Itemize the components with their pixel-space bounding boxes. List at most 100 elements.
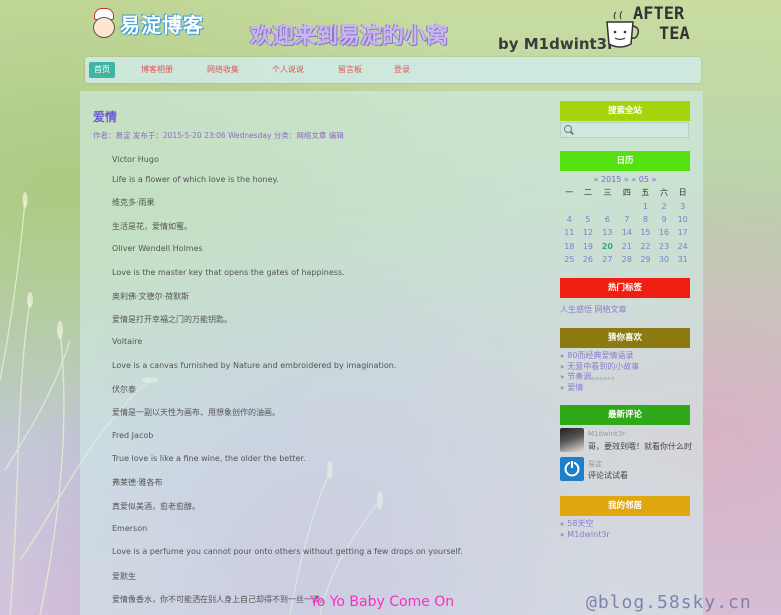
post-meta: 作者：易淀 发布于：2015-5-20 23:06 Wednesday 分类：网… xyxy=(93,131,344,140)
nav-album[interactable]: 博客相册 xyxy=(136,62,178,78)
music-lyric: Yo Yo Baby Come On xyxy=(310,594,455,610)
calendar-day[interactable]: 22 xyxy=(636,240,655,253)
calendar-day[interactable]: 15 xyxy=(636,226,655,239)
hot-tags-heading: 热门标签 xyxy=(560,278,690,298)
welcome-banner: 欢迎来到易淀的小窝 xyxy=(250,24,449,49)
watermark: @blog.58sky.cn xyxy=(586,592,752,613)
calendar-day[interactable]: 5 xyxy=(579,213,598,226)
neighbor-link[interactable]: 58天空 xyxy=(560,519,610,530)
avatar xyxy=(560,428,584,452)
calendar-day[interactable]: 8 xyxy=(636,213,655,226)
post-line: 伏尔泰 xyxy=(112,385,136,394)
calendar-empty xyxy=(618,199,637,212)
hot-tags[interactable]: 人生感悟 网络文章 xyxy=(560,304,627,315)
recent-comments-heading: 最新评论 xyxy=(560,405,690,425)
neighbor-link[interactable]: M1dwint3r xyxy=(560,530,609,541)
calendar-day[interactable]: 17 xyxy=(673,226,692,239)
comment-text: 哥，要效到哦！就看你什么时 xyxy=(588,442,692,451)
calendar-day[interactable]: 26 xyxy=(579,253,598,266)
post-line: Love is the master key that opens the ga… xyxy=(112,268,345,277)
calendar-nav[interactable]: « 2015 » « 05 » xyxy=(560,175,690,184)
calendar-grid: 一二三四五六日 1 2 3 4 5 6 7 8 9 10 11 12 13 14 15 16 17 18 19 20 2… xyxy=(560,186,692,266)
calendar-day[interactable]: 4 xyxy=(560,213,579,226)
post-line: Voltaire xyxy=(112,337,143,346)
post-line: 奥利佛·文德尔·荷默斯 xyxy=(112,292,190,301)
guess-item[interactable]: 无意中看到的小故事 xyxy=(560,362,639,373)
calendar-day[interactable]: 10 xyxy=(673,213,692,226)
calendar-day[interactable]: 11 xyxy=(560,226,579,239)
calendar-day[interactable]: 27 xyxy=(597,253,617,266)
calendar-day[interactable]: 1 xyxy=(636,199,655,212)
author-signature: by M1dwint3r xyxy=(498,35,615,53)
search-input[interactable] xyxy=(575,124,685,136)
search-icon[interactable] xyxy=(564,125,572,133)
calendar-weekday: 日 xyxy=(678,188,687,198)
calendar-day[interactable]: 16 xyxy=(655,226,674,239)
post-line: True love is like a fine wine, the older… xyxy=(112,454,306,463)
calendar-day[interactable]: 29 xyxy=(636,253,655,266)
guess-item[interactable]: 爱情 xyxy=(560,383,639,394)
calendar-day[interactable]: 7 xyxy=(618,213,637,226)
site-logo[interactable]: 易淀博客 xyxy=(90,8,204,38)
comment-text: 评论试试看 xyxy=(588,471,628,480)
calendar-day[interactable]: 6 xyxy=(597,213,617,226)
calendar-empty xyxy=(579,199,598,212)
tea-text: TEA xyxy=(659,24,690,44)
calendar-day[interactable]: 30 xyxy=(655,253,674,266)
post-line: Emerson xyxy=(112,524,148,533)
post-line: 爱情像香水，你不可能洒在别人身上自己却得不到一丝一滴。 xyxy=(112,595,328,604)
calendar-heading: 日历 xyxy=(560,151,690,171)
nav-collection[interactable]: 网络收集 xyxy=(202,62,244,78)
calendar-day[interactable]: 24 xyxy=(673,240,692,253)
calendar-day[interactable]: 13 xyxy=(597,226,617,239)
neighbors-list: 58天空 M1dwint3r xyxy=(560,519,610,541)
calendar-day[interactable]: 18 xyxy=(560,240,579,253)
calendar-day[interactable]: 19 xyxy=(579,240,598,253)
post-line: Love is a canvas furnished by Nature and… xyxy=(112,361,397,370)
guess-list: 80而经典爱情语录 无意中看到的小故事 节奏调。。。。。。 爱情 xyxy=(560,351,639,393)
calendar-day[interactable]: 25 xyxy=(560,253,579,266)
avatar xyxy=(560,457,584,481)
calendar-day[interactable]: 3 xyxy=(673,199,692,212)
calendar-weekday: 一 xyxy=(565,188,574,198)
calendar-day[interactable]: 20 xyxy=(597,240,617,253)
nav-guestbook[interactable]: 留言板 xyxy=(333,62,367,78)
nav-home[interactable]: 首页 xyxy=(89,62,115,78)
post-line: 弗莱德·雅各布 xyxy=(112,478,163,487)
calendar-day[interactable]: 14 xyxy=(618,226,637,239)
comment-item[interactable]: M1dwint3r 哥，要效到哦！就看你什么时 xyxy=(560,428,700,452)
nav-login[interactable]: 登录 xyxy=(389,62,415,78)
calendar-day[interactable]: 28 xyxy=(618,253,637,266)
calendar-day[interactable]: 31 xyxy=(673,253,692,266)
post-line: Love is a perfume you cannot pour onto o… xyxy=(112,547,463,556)
calendar-weekday: 六 xyxy=(660,188,669,198)
search-box xyxy=(560,122,689,138)
post-line: 爱默生 xyxy=(112,572,136,581)
main-nav: 首页 博客相册 网络收集 个人说说 留言板 登录 xyxy=(85,57,701,83)
calendar-day[interactable]: 23 xyxy=(655,240,674,253)
post-title[interactable]: 爱情 xyxy=(93,108,117,125)
comment-item[interactable]: 易淀 评论试试看 xyxy=(560,457,700,481)
chef-mascot-icon xyxy=(90,8,116,38)
after-text: AFTER xyxy=(633,4,685,24)
guess-item[interactable]: 节奏调。。。。。。 xyxy=(560,372,639,383)
calendar-day[interactable]: 9 xyxy=(655,213,674,226)
calendar-empty xyxy=(560,199,579,212)
search-heading: 搜索全站 xyxy=(560,101,690,121)
post-line: 真爱似美酒，愈老愈醇。 xyxy=(112,502,200,511)
after-tea-text: AFTER TEA xyxy=(633,4,690,44)
post-line: Oliver Wendell Holmes xyxy=(112,244,203,253)
guess-heading: 猜你喜欢 xyxy=(560,328,690,348)
comment-author: M1dwint3r xyxy=(588,430,626,438)
neighbors-heading: 我的邻居 xyxy=(560,496,690,516)
calendar-empty xyxy=(597,199,617,212)
calendar-weekday: 四 xyxy=(622,188,631,198)
nav-talk[interactable]: 个人说说 xyxy=(267,62,309,78)
calendar-day[interactable]: 12 xyxy=(579,226,598,239)
guess-item[interactable]: 80而经典爱情语录 xyxy=(560,351,639,362)
calendar-weekday: 五 xyxy=(641,188,650,198)
post-line: Life is a flower of which love is the ho… xyxy=(112,175,279,184)
calendar-day[interactable]: 21 xyxy=(618,240,637,253)
calendar-day[interactable]: 2 xyxy=(655,199,674,212)
calendar-weekday: 三 xyxy=(603,188,612,198)
